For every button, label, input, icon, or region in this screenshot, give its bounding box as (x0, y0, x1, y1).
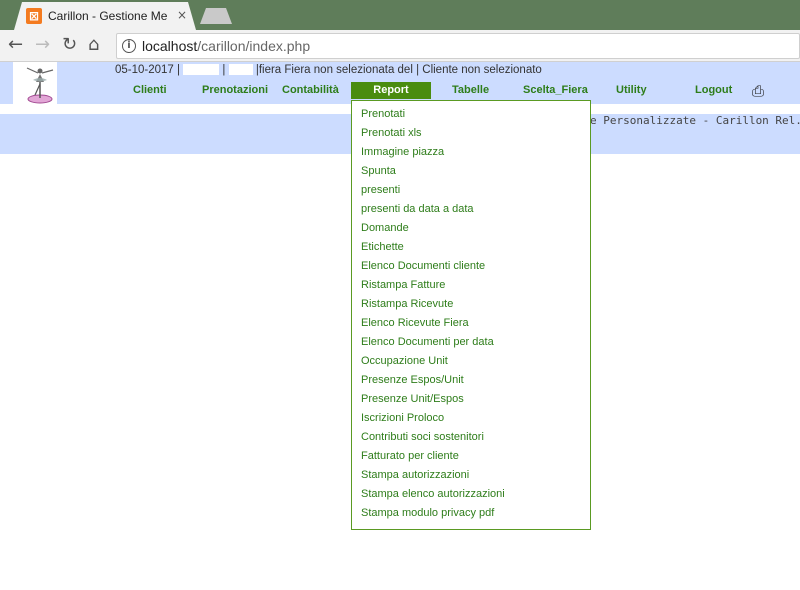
dropdown-item[interactable]: Contributi soci sostenitori (361, 431, 484, 443)
dropdown-item[interactable]: presenti (361, 184, 400, 196)
dropdown-item[interactable]: Stampa autorizzazioni (361, 469, 469, 481)
status-separator: | (222, 64, 226, 76)
xampp-favicon-icon: ⊠ (26, 8, 42, 24)
dropdown-item[interactable]: Stampa modulo privacy pdf (361, 507, 494, 519)
dropdown-item[interactable]: Prenotati (361, 108, 405, 120)
dropdown-item[interactable]: Spunta (361, 165, 396, 177)
browser-toolbar: ← → ↻ ⌂ i localhost/carillon/index.php (0, 30, 800, 62)
status-text: |fiera Fiera non selezionata del | Clien… (255, 64, 542, 76)
info-icon[interactable]: i (122, 39, 136, 53)
menu-report[interactable]: Report (351, 82, 431, 99)
status-line: 05-10-2017 | | |fiera Fiera non selezion… (115, 64, 542, 76)
dropdown-item[interactable]: Prenotati xls (361, 127, 422, 139)
carillon-logo (13, 62, 57, 105)
report-dropdown-menu: Prenotati Prenotati xls Immagine piazza … (351, 100, 591, 530)
dropdown-item[interactable]: Ristampa Fatture (361, 279, 445, 291)
menu-tabelle[interactable]: Tabelle (452, 84, 489, 96)
tab-title: Carillon - Gestione Merca (48, 9, 168, 23)
dropdown-item[interactable]: Stampa elenco autorizzazioni (361, 488, 505, 500)
dropdown-item[interactable]: Etichette (361, 241, 404, 253)
version-text: e Personalizzate - Carillon Rel. 2.0 (590, 114, 800, 127)
dropdown-item[interactable]: Fatturato per cliente (361, 450, 459, 462)
menu-logout[interactable]: Logout (695, 84, 732, 96)
url-host: localhost (142, 38, 198, 54)
printer-icon[interactable]: ⎙ (752, 82, 764, 100)
forward-icon[interactable]: → (35, 35, 50, 55)
browser-tab[interactable]: ⊠ Carillon - Gestione Merca × (14, 2, 196, 30)
dropdown-item[interactable]: Domande (361, 222, 409, 234)
dropdown-item[interactable]: Iscrizioni Proloco (361, 412, 444, 424)
dropdown-item[interactable]: Presenze Unit/Espos (361, 393, 464, 405)
menu-prenotazioni[interactable]: Prenotazioni (202, 84, 268, 96)
current-date: 05-10-2017 | (115, 64, 181, 76)
redacted-role (228, 64, 253, 76)
address-bar[interactable]: i localhost/carillon/index.php (116, 33, 800, 59)
back-icon[interactable]: ← (8, 35, 23, 55)
close-icon[interactable]: × (177, 8, 187, 22)
dropdown-item[interactable]: Immagine piazza (361, 146, 444, 158)
new-tab-button[interactable] (200, 8, 232, 24)
dropdown-item[interactable]: presenti da data a data (361, 203, 474, 215)
menu-scelta-fiera[interactable]: Scelta_Fiera (523, 84, 588, 96)
dropdown-item[interactable]: Ristampa Ricevute (361, 298, 453, 310)
dropdown-item[interactable]: Occupazione Unit (361, 355, 448, 367)
redacted-user (183, 64, 220, 76)
menu-contabilita[interactable]: Contabilità (282, 84, 339, 96)
home-icon[interactable]: ⌂ (88, 35, 99, 55)
url-text: localhost/carillon/index.php (142, 38, 310, 54)
menu-clienti[interactable]: Clienti (133, 84, 167, 96)
ballerina-logo-icon (26, 67, 54, 104)
menu-utility[interactable]: Utility (616, 84, 647, 96)
dropdown-item[interactable]: Elenco Ricevute Fiera (361, 317, 469, 329)
browser-tab-strip: ⊠ Carillon - Gestione Merca × (0, 0, 800, 30)
url-path: /carillon/index.php (197, 38, 311, 54)
dropdown-item[interactable]: Presenze Espos/Unit (361, 374, 464, 386)
reload-icon[interactable]: ↻ (62, 35, 77, 55)
dropdown-item[interactable]: Elenco Documenti per data (361, 336, 494, 348)
dropdown-item[interactable]: Elenco Documenti cliente (361, 260, 485, 272)
